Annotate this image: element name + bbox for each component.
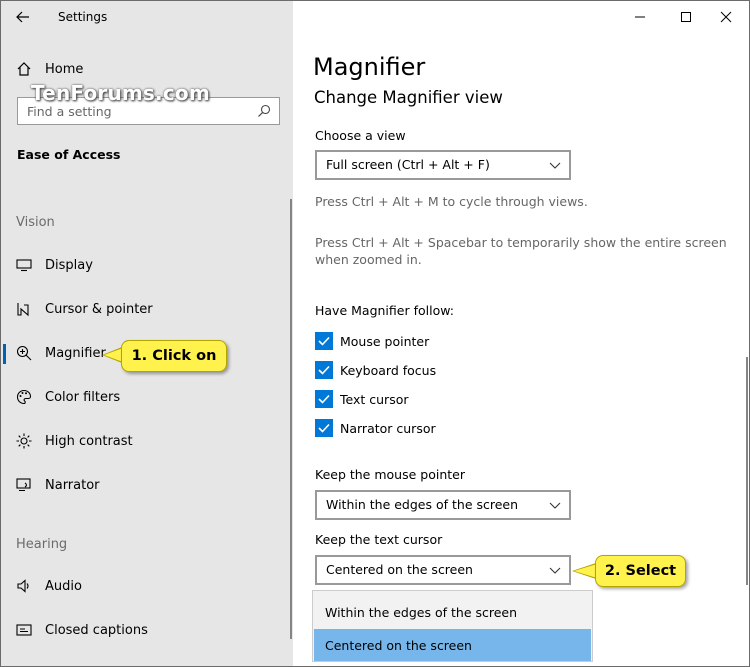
checkmark-icon [318, 336, 330, 346]
follow-label: Have Magnifier follow: [315, 303, 454, 318]
sidebar-item-cursor-pointer[interactable]: Cursor & pointer [1, 289, 293, 329]
sidebar-item-label: Narrator [45, 477, 100, 493]
sidebar-item-high-contrast[interactable]: High contrast [1, 421, 293, 461]
sidebar: Settings Home TenForums.com Ease of Acce… [0, 0, 293, 667]
page-subtitle: Change Magnifier view [314, 88, 503, 107]
narrator-icon [15, 476, 33, 494]
palette-icon [15, 388, 33, 406]
sidebar-item-narrator[interactable]: Narrator [1, 465, 293, 505]
sidebar-item-display[interactable]: Display [1, 245, 293, 285]
titlebar-left: Settings [1, 1, 294, 33]
chevron-down-icon [549, 502, 561, 509]
speaker-icon [15, 577, 33, 595]
dropdown-value: Centered on the screen [326, 562, 473, 577]
callout-select: 2. Select [595, 555, 686, 587]
sidebar-item-label: Magnifier [45, 345, 106, 361]
watermark: TenForums.com [31, 81, 210, 105]
sidebar-item-label: Display [45, 257, 93, 273]
dropdown-option-centered[interactable]: Centered on the screen [314, 629, 591, 661]
mouse-pointer-dropdown[interactable]: Within the edges of the screen [315, 490, 571, 520]
sidebar-item-audio[interactable]: Audio [1, 566, 293, 606]
checkmark-icon [318, 423, 330, 433]
app-title: Settings [58, 10, 108, 24]
hint-spacebar: Press Ctrl + Alt + Spacebar to temporari… [315, 235, 727, 267]
close-button[interactable] [703, 5, 749, 29]
hint-cycle-views: Press Ctrl + Alt + M to cycle through vi… [315, 194, 588, 209]
maximize-icon [681, 12, 691, 22]
mouse-pointer-label: Keep the mouse pointer [315, 467, 465, 482]
search-icon[interactable] [257, 103, 273, 119]
chevron-down-icon [549, 567, 561, 574]
sidebar-item-closed-captions[interactable]: Closed captions [1, 610, 293, 650]
minimize-icon [635, 16, 645, 18]
dropdown-option-within-edges[interactable]: Within the edges of the screen [314, 596, 591, 628]
sidebar-item-label: Audio [45, 578, 82, 594]
back-button[interactable] [9, 5, 37, 29]
display-icon [15, 256, 33, 274]
page-title: Magnifier [313, 53, 426, 81]
checkmark-icon [318, 365, 330, 375]
minimize-button[interactable] [617, 5, 663, 29]
dropdown-value: Full screen (Ctrl + Alt + F) [326, 157, 490, 172]
checkbox-label: Narrator cursor [340, 420, 436, 436]
callout-click-on: 1. Click on [121, 340, 227, 372]
main-scrollbar[interactable] [746, 357, 748, 585]
checkbox[interactable] [315, 361, 333, 379]
home-icon [15, 60, 33, 78]
magnifier-icon [15, 344, 33, 362]
checkbox-mouse-pointer[interactable]: Mouse pointer [315, 331, 429, 351]
checkbox[interactable] [315, 419, 333, 437]
callout-pointer [574, 564, 597, 578]
text-cursor-dropdown-list: Within the edges of the screen Centered … [312, 590, 593, 662]
checkbox-label: Keyboard focus [340, 362, 437, 378]
sidebar-item-label: Closed captions [45, 622, 148, 638]
sidebar-item-label: Home [45, 61, 84, 77]
sidebar-scrollbar[interactable] [290, 199, 292, 639]
back-arrow-icon [16, 11, 29, 23]
checkbox[interactable] [315, 332, 333, 350]
group-header-vision: Vision [16, 215, 55, 230]
high-contrast-icon [15, 432, 33, 450]
dropdown-value: Within the edges of the screen [326, 497, 519, 512]
cursor-icon [15, 300, 33, 318]
choose-view-dropdown[interactable]: Full screen (Ctrl + Alt + F) [315, 150, 571, 180]
sidebar-item-color-filters[interactable]: Color filters [1, 377, 293, 417]
section-title: Ease of Access [17, 147, 121, 162]
captions-icon [15, 621, 33, 639]
chevron-down-icon [549, 162, 561, 169]
checkmark-icon [318, 394, 330, 404]
text-cursor-label: Keep the text cursor [315, 532, 443, 547]
close-icon [720, 11, 732, 23]
group-header-hearing: Hearing [16, 537, 68, 552]
checkbox-keyboard-focus[interactable]: Keyboard focus [315, 360, 436, 380]
sidebar-item-label: Cursor & pointer [45, 301, 153, 317]
checkbox-text-cursor[interactable]: Text cursor [315, 389, 409, 409]
checkbox-label: Text cursor [340, 391, 409, 407]
choose-view-label: Choose a view [315, 128, 406, 143]
text-cursor-dropdown[interactable]: Centered on the screen [315, 555, 571, 585]
sidebar-item-label: Color filters [45, 389, 121, 405]
checkbox-narrator-cursor[interactable]: Narrator cursor [315, 418, 436, 438]
checkbox[interactable] [315, 390, 333, 408]
sidebar-item-label: High contrast [45, 433, 133, 449]
checkbox-label: Mouse pointer [340, 333, 430, 349]
